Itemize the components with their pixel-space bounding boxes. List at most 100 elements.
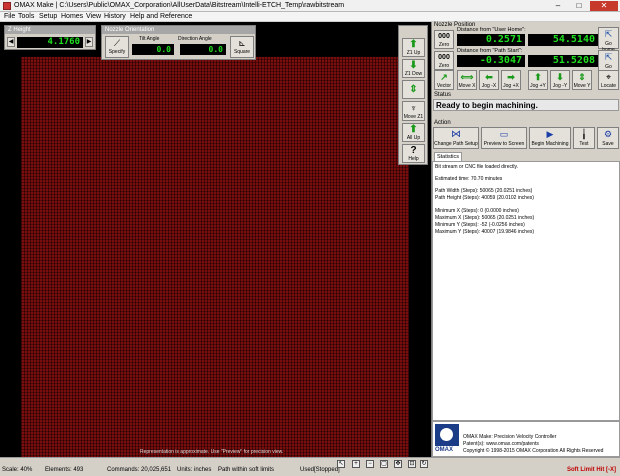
- jog-minus-x-button[interactable]: ⬅ Jog -X: [479, 70, 499, 90]
- square-button[interactable]: ⊾ Square: [230, 36, 254, 58]
- arrow-up-y-icon: ⬆: [534, 72, 542, 82]
- locate-label: Locate: [600, 83, 616, 89]
- y-from-home: 54.5140: [528, 34, 598, 46]
- z-slider-button[interactable]: ⇕: [402, 80, 425, 99]
- tool-path-area: [21, 57, 409, 468]
- go-home-icon: ⇱: [604, 29, 613, 39]
- move-y-label: Move Y: [573, 83, 591, 89]
- butterfly-icon: ⋈: [451, 129, 461, 140]
- nozzle-icon: ♆: [410, 103, 417, 113]
- jog-plus-x-button[interactable]: ➡ Jog +X: [501, 70, 521, 90]
- help-button[interactable]: ? Help: [402, 144, 425, 163]
- minimize-button[interactable]: –: [548, 1, 568, 11]
- zero-start-button[interactable]: 000 Zero: [434, 51, 454, 70]
- arrow-leftright-icon: ⟺: [460, 72, 474, 82]
- menu-view[interactable]: View: [86, 13, 101, 20]
- canvas-note: Representation is approximate. Use "Prev…: [140, 449, 284, 455]
- about-line-2: Patent(s): www.omax.com/patents: [463, 441, 539, 447]
- play-icon: ▶: [546, 129, 554, 139]
- menu-homes[interactable]: Homes: [61, 13, 83, 20]
- save-button[interactable]: ⚙ Save: [597, 127, 619, 149]
- direction-angle-value: 0.0: [180, 44, 226, 55]
- zoom-in-icon[interactable]: +: [352, 460, 360, 468]
- path-limits-readout: Path within soft limits: [218, 467, 275, 473]
- z1-up-label: Z1 Up: [406, 50, 421, 56]
- jog-minus-y-label: Jog -Y: [552, 83, 568, 89]
- change-path-setup-label: Change Path Setup: [434, 141, 478, 147]
- pan-icon[interactable]: ✥: [394, 460, 402, 468]
- locate-button[interactable]: ⌖ Locate: [598, 70, 619, 90]
- tilt-angle-value: 0.0: [132, 44, 174, 55]
- omax-logo-icon: [435, 424, 459, 446]
- specify-button[interactable]: ⟋ Specify: [105, 36, 129, 58]
- move-x-label: Move X: [458, 83, 476, 89]
- jog-minus-y-button[interactable]: ⬇ Jog -Y: [550, 70, 570, 90]
- omax-logo-text: OMAX: [435, 447, 453, 453]
- zoom-window-icon[interactable]: ▢: [380, 460, 388, 468]
- all-up-button[interactable]: ⬆ All Up: [402, 123, 425, 142]
- action-title: Action: [434, 120, 451, 126]
- from-start-label: Distance from "Path Start":: [457, 48, 523, 54]
- square-label: Square: [233, 49, 251, 55]
- about-line-1: OMAX Make: Precision Velocity Controller: [463, 434, 557, 440]
- specify-label: Specify: [108, 49, 126, 55]
- vector-button[interactable]: ↗ Vector: [434, 70, 454, 90]
- menu-file[interactable]: File: [4, 13, 15, 20]
- z-left-arrow-icon[interactable]: ◀: [7, 37, 15, 47]
- stats-line: Path Height (Steps): 40059 (20.0102 inch…: [435, 195, 534, 201]
- about-panel: OMAX OMAX Make: Precision Velocity Contr…: [432, 421, 620, 457]
- arrow-down-y-icon: ⬇: [556, 72, 564, 82]
- scale-readout: Scale: 40%: [2, 467, 33, 473]
- title-bar: OMAX Make | C:\Users\Public\OMAX_Corpora…: [0, 0, 620, 12]
- go-home-button-1[interactable]: ⇱ Go home: [598, 27, 619, 53]
- stats-line: Minimum Y (Steps): -52 (-0.0256 inches): [435, 222, 525, 228]
- soft-limit-readout: Soft Limit Hit [-X]: [567, 467, 616, 473]
- menu-setup[interactable]: Setup: [39, 13, 57, 20]
- nozzle-orientation-title: Nozzle Orientation: [102, 26, 255, 34]
- z-height-title: Z Height: [5, 26, 95, 34]
- jog-plus-y-button[interactable]: ⬆ Jog +Y: [528, 70, 548, 90]
- arrow-right-icon: ➡: [507, 72, 515, 82]
- preview-button[interactable]: ▭ Preview to Screen: [481, 127, 527, 149]
- all-up-label: All Up: [406, 135, 421, 141]
- x-from-home: 0.2571: [457, 34, 525, 46]
- help-label: Help: [408, 156, 419, 162]
- path-canvas[interactable]: Representation is approximate. Use "Prev…: [0, 22, 431, 468]
- test-button[interactable]: ╽ Test: [573, 127, 595, 149]
- go-home-button-2[interactable]: ⇱ Go home: [598, 50, 619, 76]
- refresh-icon[interactable]: ↻: [420, 460, 428, 468]
- units-readout: Units: inches: [177, 467, 212, 473]
- maximize-button[interactable]: □: [569, 1, 589, 11]
- gear-icon: ⚙: [603, 129, 613, 139]
- begin-machining-button[interactable]: ▶ Begin Machining: [529, 127, 571, 149]
- statistics-tab[interactable]: Statistics: [434, 152, 462, 161]
- cursor-tool-icon[interactable]: ↖: [337, 460, 345, 468]
- zoom-out-icon[interactable]: −: [366, 460, 374, 468]
- menu-help[interactable]: Help and Reference: [130, 13, 192, 20]
- move-z1-label: Move Z1: [403, 114, 424, 120]
- menu-history[interactable]: History: [104, 13, 126, 20]
- arrow-up-all-icon: ⬆: [409, 124, 418, 135]
- z-right-arrow-icon[interactable]: ▶: [85, 37, 93, 47]
- close-button[interactable]: ✕: [590, 1, 618, 11]
- vector-arrow-icon: ↗: [440, 72, 448, 82]
- stats-line: Bit stream or CNC file loaded directly.: [435, 164, 518, 170]
- z-controls-panel: ⬆ Z1 Up ⬇ Z1 Dow ⇕ ♆ Move Z1 ⬆ All Up ? …: [398, 25, 428, 165]
- locate-icon: ⌖: [605, 72, 612, 82]
- change-path-setup-button[interactable]: ⋈ Change Path Setup: [433, 127, 479, 149]
- begin-machining-label: Begin Machining: [531, 141, 569, 147]
- zero-home-label: Zero: [438, 42, 450, 48]
- zoom-fit-icon[interactable]: ⊡: [408, 460, 416, 468]
- z1-down-button[interactable]: ⬇ Z1 Dow: [402, 59, 425, 78]
- jog-plus-x-label: Jog +X: [503, 83, 519, 89]
- direction-angle-label: Direction Angle: [178, 36, 212, 42]
- move-z1-button[interactable]: ♆ Move Z1: [402, 101, 425, 121]
- preview-label: Preview to Screen: [483, 141, 525, 147]
- window-title: OMAX Make | C:\Users\Public\OMAX_Corpora…: [14, 2, 345, 9]
- y-from-start: 51.5208: [528, 55, 598, 67]
- menu-tools[interactable]: Tools: [18, 13, 34, 20]
- move-x-button[interactable]: ⟺ Move X: [457, 70, 477, 90]
- z1-up-button[interactable]: ⬆ Z1 Up: [402, 38, 425, 57]
- zero-home-button[interactable]: 000 Zero: [434, 30, 454, 49]
- move-y-button[interactable]: ⇕ Move Y: [572, 70, 592, 90]
